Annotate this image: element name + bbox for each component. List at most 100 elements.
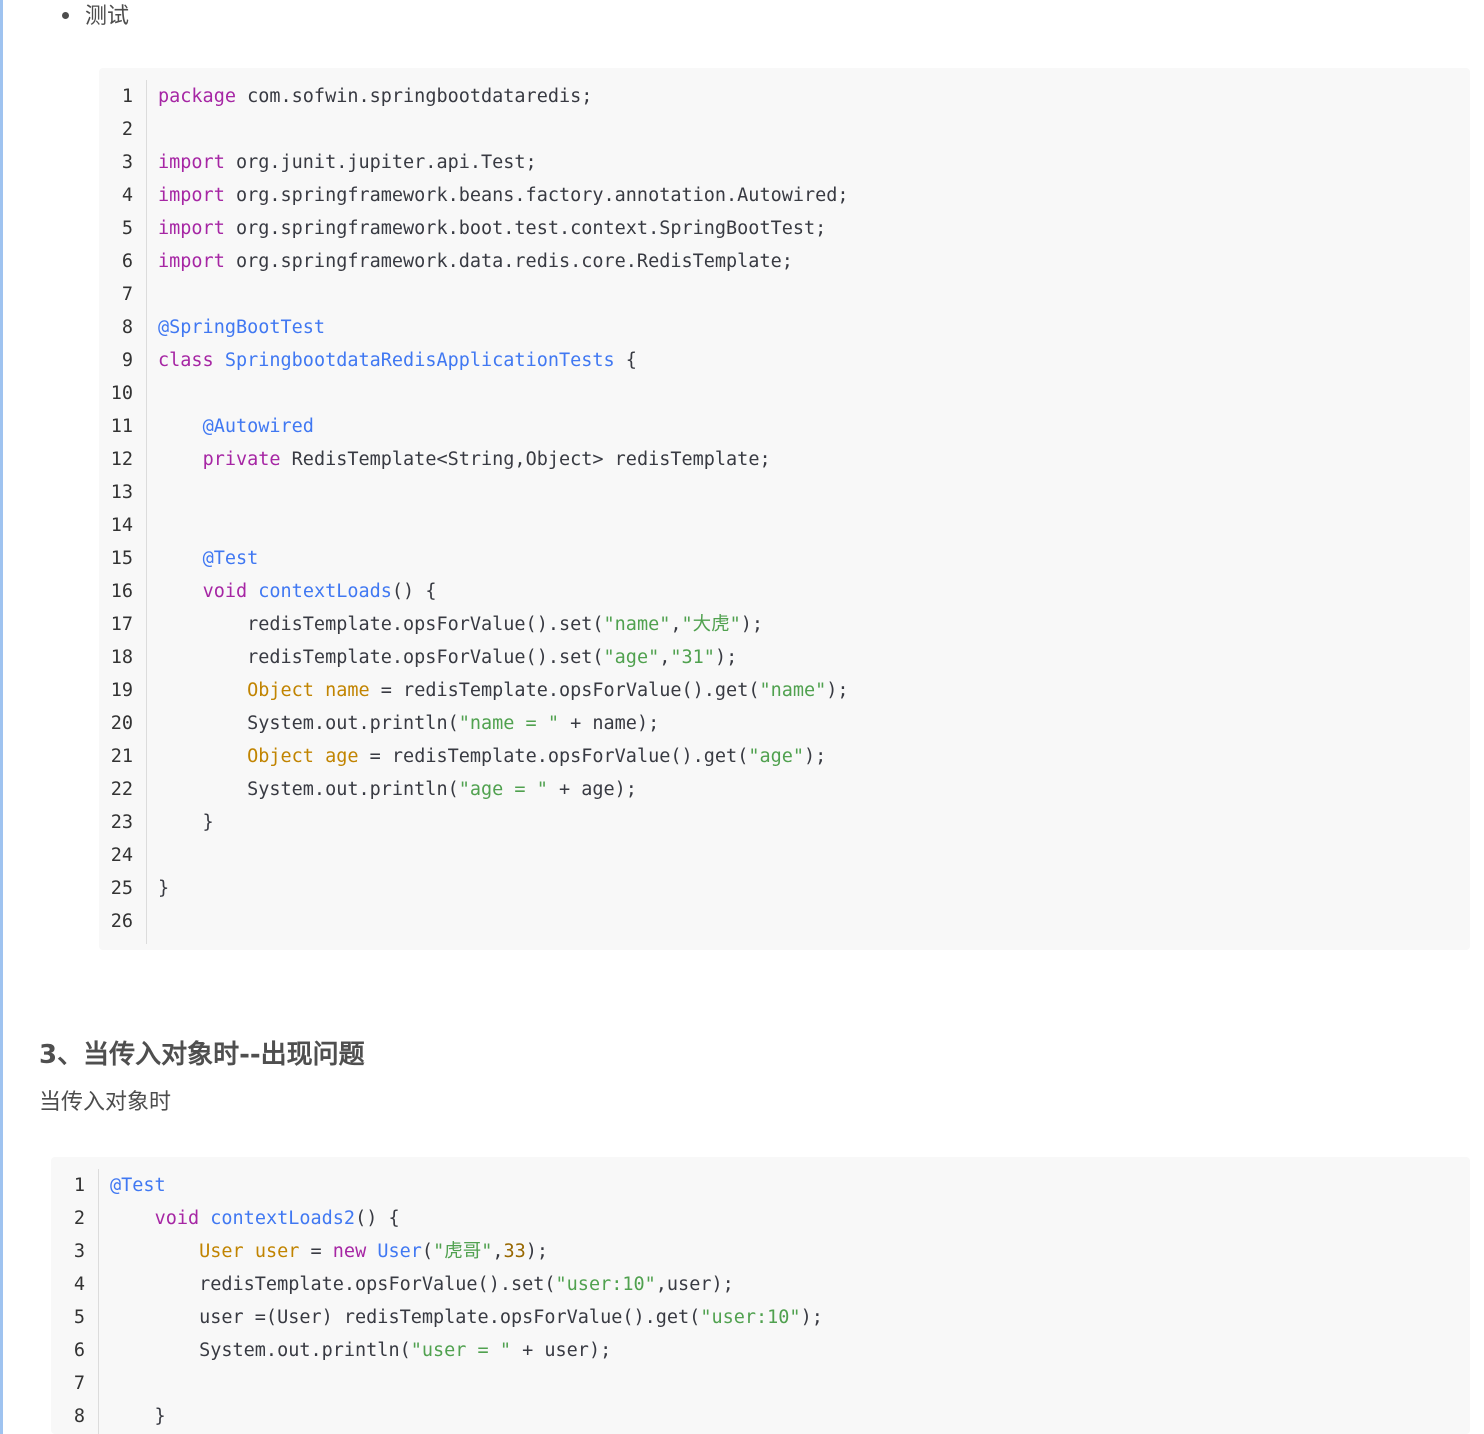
code-token: package xyxy=(158,86,236,107)
code-token: "name = " xyxy=(458,713,559,734)
code-token: "大虎" xyxy=(681,614,741,635)
code-token: ( xyxy=(421,1241,434,1262)
line-number: 14 xyxy=(110,515,133,536)
line-number: 18 xyxy=(110,647,133,668)
code-line: import org.springframework.boot.test.con… xyxy=(158,212,1470,245)
code-token: @Test xyxy=(202,548,259,569)
bullet-list-item: 测试 xyxy=(62,0,129,29)
code-token: Object xyxy=(247,746,314,767)
code-token: "age" xyxy=(748,746,805,767)
code-token: class xyxy=(158,350,214,371)
code-token: "user:10" xyxy=(555,1274,656,1295)
line-number: 8 xyxy=(121,317,133,338)
code-line: void contextLoads() { xyxy=(158,575,1470,608)
line-number: 5 xyxy=(121,218,133,239)
code-token: new xyxy=(332,1241,367,1262)
code-line: System.out.println("name = " + name); xyxy=(158,707,1470,740)
code-token: SpringbootdataRedisApplicationTests xyxy=(224,350,615,371)
section-heading: 3、当传入对象时--出现问题 xyxy=(39,1040,365,1070)
code-line: redisTemplate.opsForValue().set("user:10… xyxy=(110,1268,1470,1301)
code-token: import xyxy=(158,185,225,206)
line-number: 11 xyxy=(110,416,133,437)
code-line: System.out.println("user = " + user); xyxy=(110,1334,1470,1367)
code-line: import org.springframework.data.redis.co… xyxy=(158,245,1470,278)
code-line: import org.junit.jupiter.api.Test; xyxy=(158,146,1470,179)
line-number: 15 xyxy=(110,548,133,569)
code-token: contextLoads2 xyxy=(210,1208,356,1229)
line-number: 16 xyxy=(110,581,133,602)
code-token: + age); xyxy=(547,779,637,800)
code-token: System.out.println( xyxy=(158,779,459,800)
code-token: "虎哥" xyxy=(433,1241,493,1262)
code-token: = redisTemplate.opsForValue().get( xyxy=(358,746,749,767)
line-number: 8 xyxy=(73,1406,85,1427)
code-line: Object name = redisTemplate.opsForValue(… xyxy=(158,674,1470,707)
code-token: ); xyxy=(714,647,738,668)
code-token: { xyxy=(614,350,637,371)
code-token: System.out.println( xyxy=(110,1340,411,1361)
code-block-context-loads2: 1 2 3 4 5 6 7 8 @Test void contextLoads2() { Us… xyxy=(51,1157,1470,1434)
line-number: 19 xyxy=(110,680,133,701)
code-lines: @Test void contextLoads2() { User user =… xyxy=(110,1169,1470,1433)
code-token: redisTemplate.opsForValue().set( xyxy=(110,1274,556,1295)
code-token: + name); xyxy=(558,713,660,734)
code-line: } xyxy=(110,1400,1470,1433)
code-line: user =(User) redisTemplate.opsForValue()… xyxy=(110,1301,1470,1334)
code-token: , xyxy=(670,614,682,635)
line-number: 6 xyxy=(73,1340,85,1361)
code-token: private xyxy=(202,449,281,470)
code-line: redisTemplate.opsForValue().set("name","… xyxy=(158,608,1470,641)
line-number: 5 xyxy=(73,1307,85,1328)
code-token: 33 xyxy=(503,1241,526,1262)
line-number: 6 xyxy=(121,251,133,272)
bullet-dot-icon xyxy=(62,11,69,19)
code-token: = xyxy=(299,1241,333,1262)
code-token: "age = " xyxy=(458,779,548,800)
line-number: 3 xyxy=(121,152,133,173)
code-token: org.springframework.boot.test.context.Sp… xyxy=(224,218,827,239)
line-number: 21 xyxy=(110,746,133,767)
code-token: ); xyxy=(740,614,764,635)
code-line: } xyxy=(158,806,1470,839)
code-lines: package com.sofwin.springbootdataredis; i… xyxy=(158,80,1470,938)
code-token: "user = " xyxy=(410,1340,511,1361)
left-edge-accent xyxy=(0,0,3,1434)
code-token: } xyxy=(110,1406,166,1427)
code-token: org.springframework.data.redis.core.Redi… xyxy=(224,251,793,272)
code-token: } xyxy=(158,878,170,899)
code-token: + user); xyxy=(510,1340,612,1361)
line-number: 20 xyxy=(110,713,133,734)
code-token: @SpringBootTest xyxy=(158,317,326,338)
line-number: 4 xyxy=(73,1274,85,1295)
code-token: ); xyxy=(804,746,827,767)
code-line: Object age = redisTemplate.opsForValue()… xyxy=(158,740,1470,773)
code-token: RedisTemplate<String,Object> redisTempla… xyxy=(280,449,771,470)
line-number: 2 xyxy=(73,1208,85,1229)
code-token: ,user); xyxy=(655,1274,734,1295)
code-token: "age" xyxy=(603,647,660,668)
code-token: redisTemplate.opsForValue().set( xyxy=(158,647,604,668)
line-number: 10 xyxy=(110,383,133,404)
line-number: 2 xyxy=(121,119,133,140)
code-line: @Test xyxy=(158,542,1470,575)
line-number: 1 xyxy=(121,86,133,107)
code-line: @SpringBootTest xyxy=(158,311,1470,344)
code-line: package com.sofwin.springbootdataredis; xyxy=(158,80,1470,113)
code-token: import xyxy=(158,251,225,272)
line-number: 22 xyxy=(110,779,133,800)
code-line: import org.springframework.beans.factory… xyxy=(158,179,1470,212)
